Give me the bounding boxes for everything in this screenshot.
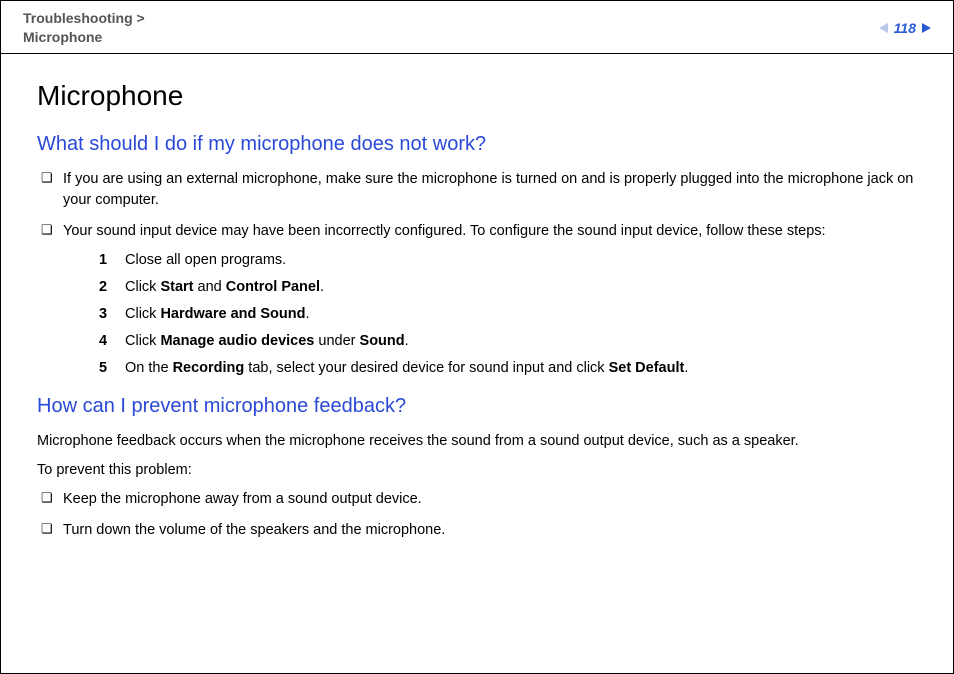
- page-title: Microphone: [37, 76, 917, 117]
- paragraph: To prevent this problem:: [37, 460, 917, 481]
- step-item: On the Recording tab, select your desire…: [99, 358, 917, 379]
- section-heading: How can I prevent microphone feedback?: [37, 392, 917, 421]
- list-item-text: Your sound input device may have been in…: [63, 223, 826, 239]
- step-item: Click Manage audio devices under Sound.: [99, 331, 917, 352]
- paragraph: Microphone feedback occurs when the micr…: [37, 431, 917, 452]
- step-item: Click Hardware and Sound.: [99, 304, 917, 325]
- list-item-text: Turn down the volume of the speakers and…: [63, 522, 445, 538]
- list-item-text: If you are using an external microphone,…: [63, 171, 913, 208]
- bullet-list: Keep the microphone away from a sound ou…: [37, 489, 917, 541]
- breadcrumb-line-1: Troubleshooting >: [23, 10, 145, 26]
- step-item: Click Start and Control Panel.: [99, 277, 917, 298]
- list-item: Your sound input device may have been in…: [37, 221, 917, 379]
- prev-page-icon[interactable]: [879, 23, 888, 33]
- page-container: Troubleshooting > Microphone 118 Microph…: [0, 0, 954, 674]
- steps-list: Close all open programs. Click Start and…: [99, 250, 917, 379]
- list-item: Keep the microphone away from a sound ou…: [37, 489, 917, 510]
- list-item: If you are using an external microphone,…: [37, 169, 917, 211]
- bullet-list: If you are using an external microphone,…: [37, 169, 917, 379]
- page-content: Microphone What should I do if my microp…: [1, 54, 953, 541]
- page-nav: 118: [879, 20, 931, 36]
- list-item-text: Keep the microphone away from a sound ou…: [63, 491, 422, 507]
- next-page-icon[interactable]: [922, 23, 931, 33]
- section-heading: What should I do if my microphone does n…: [37, 130, 917, 159]
- breadcrumb-line-2: Microphone: [23, 29, 102, 45]
- page-header: Troubleshooting > Microphone 118: [1, 1, 953, 54]
- breadcrumb: Troubleshooting > Microphone: [23, 9, 145, 47]
- page-number: 118: [894, 20, 916, 36]
- list-item: Turn down the volume of the speakers and…: [37, 520, 917, 541]
- step-item: Close all open programs.: [99, 250, 917, 271]
